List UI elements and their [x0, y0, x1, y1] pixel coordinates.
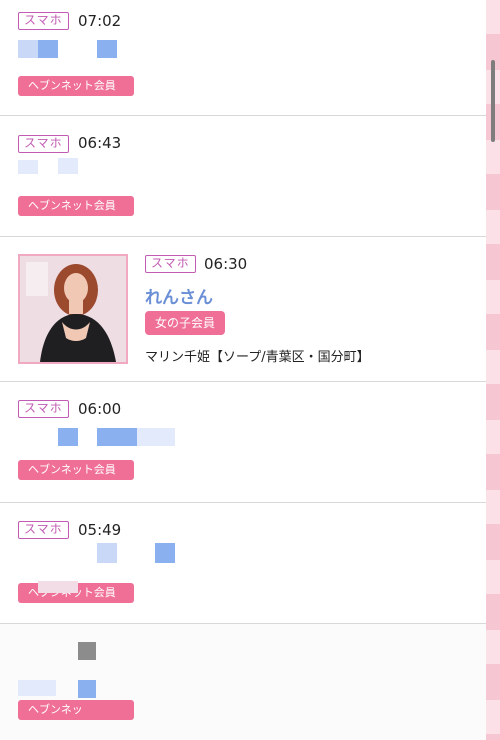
visitor-feed[interactable]: スマホ 07:02 ヘブンネット会員 スマホ 06:43 ヘブンネット会員 スマ… — [0, 0, 486, 740]
feed-item[interactable]: スマホ 07:02 ヘブンネット会員 — [0, 0, 486, 116]
member-badge: ヘブンネット会員 — [18, 76, 134, 96]
blurred-name — [155, 543, 175, 563]
blurred-name — [78, 642, 96, 660]
blurred-name — [97, 543, 117, 563]
blurred-name — [18, 160, 38, 174]
feed-item-partial[interactable]: ヘブンネッ — [0, 624, 486, 740]
feed-item[interactable]: スマホ 05:49 ヘブンネット会員 — [0, 503, 486, 624]
device-badge: スマホ — [18, 12, 69, 30]
visit-time: 06:30 — [204, 255, 248, 273]
blurred-overlay — [38, 581, 78, 593]
blurred-name — [78, 680, 96, 698]
profile-photo[interactable] — [18, 254, 128, 364]
device-badge: スマホ — [18, 400, 69, 418]
profile-photo-illustration — [20, 256, 126, 362]
visit-time: 07:02 — [78, 12, 122, 30]
member-badge: 女の子会員 — [145, 311, 226, 335]
member-badge: ヘブンネッ — [18, 700, 134, 720]
member-badge: ヘブンネット会員 — [18, 196, 134, 216]
blurred-name — [58, 428, 78, 446]
blurred-name — [97, 428, 137, 446]
feed-item[interactable]: スマホ 06:43 ヘブンネット会員 — [0, 116, 486, 237]
visitor-name[interactable]: れんさん — [145, 283, 213, 308]
device-badge: スマホ — [18, 521, 69, 539]
blurred-name — [38, 40, 58, 58]
device-badge: スマホ — [145, 255, 196, 273]
member-badge: ヘブンネット会員 — [18, 460, 134, 480]
feed-item[interactable]: スマホ 06:00 ヘブンネット会員 — [0, 382, 486, 503]
visit-time: 05:49 — [78, 521, 122, 539]
blurred-name — [18, 680, 56, 696]
blurred-name — [58, 158, 78, 174]
visit-time: 06:00 — [78, 400, 122, 418]
device-badge: スマホ — [18, 135, 69, 153]
shop-name[interactable]: マリン千姫【ソープ/青葉区・国分町】 — [145, 346, 370, 365]
blurred-name — [137, 428, 175, 446]
visit-time: 06:43 — [78, 134, 122, 152]
scrollbar-thumb[interactable] — [491, 60, 495, 142]
blurred-name — [97, 40, 117, 58]
